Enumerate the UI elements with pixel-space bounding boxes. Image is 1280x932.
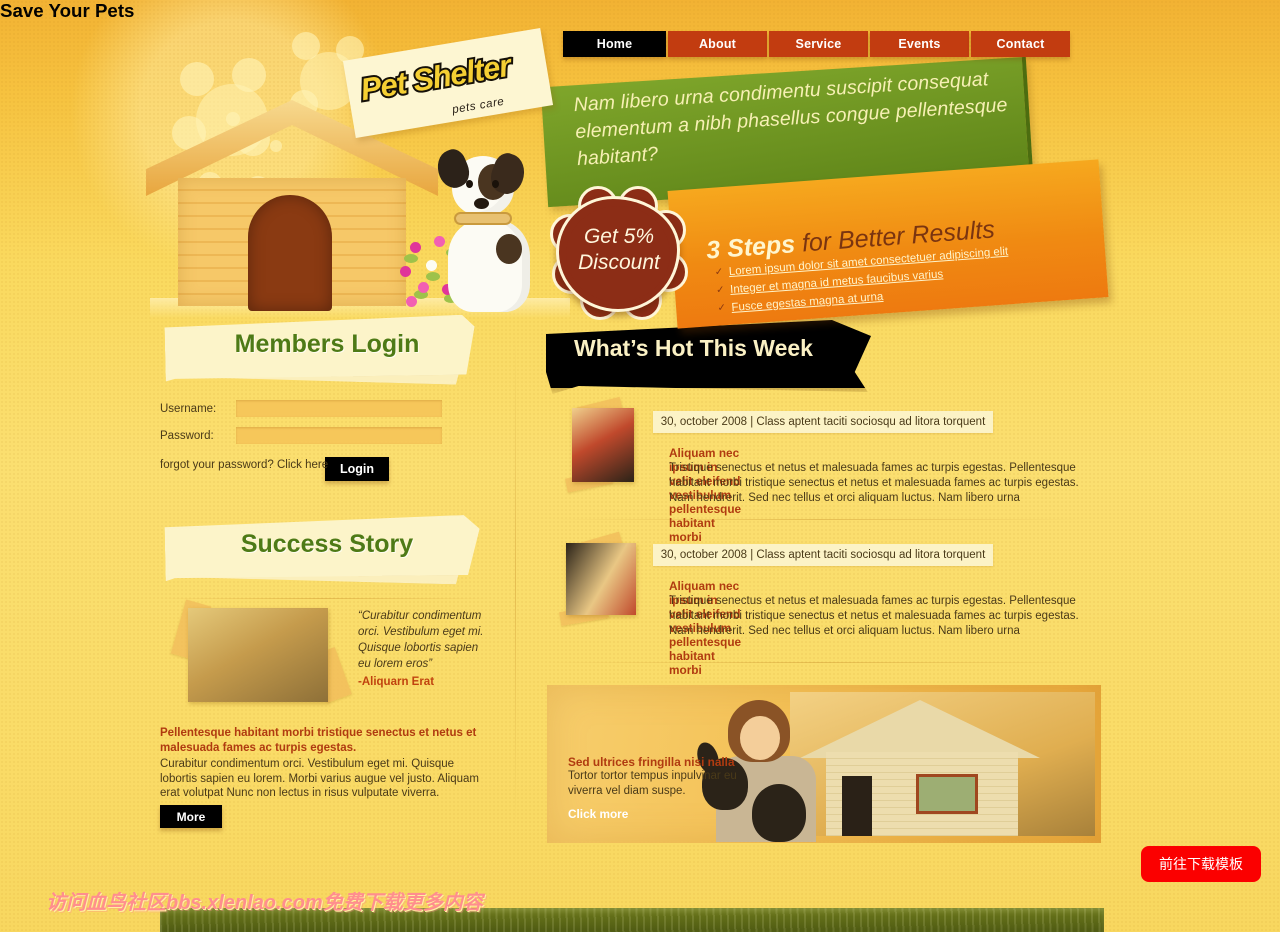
- password-row: Password:: [160, 427, 490, 444]
- save-pets-body: Tortor tortor tempus inpulvinar eu viver…: [568, 770, 737, 797]
- password-input[interactable]: [236, 427, 442, 444]
- success-body-text: Curabitur condimentum orci. Vestibulum e…: [160, 758, 479, 799]
- success-divider: [160, 598, 490, 599]
- news-body: Tristique senectus et netus et malesuada…: [669, 462, 1079, 504]
- more-button[interactable]: More: [160, 805, 222, 828]
- nav-item-about[interactable]: About: [668, 31, 767, 57]
- username-label: Username:: [160, 402, 217, 415]
- house-photo: [790, 692, 1095, 836]
- success-body-lead: Pellentesque habitant morbi tristique se…: [160, 727, 477, 754]
- steps-title-bold: 3 Steps: [705, 230, 797, 265]
- nav-item-events[interactable]: Events: [870, 31, 969, 57]
- forgot-password-link[interactable]: forgot your password? Click here: [160, 459, 328, 471]
- discount-line-2: Discount: [578, 251, 660, 274]
- main-navigation[interactable]: Home About Service Events Contact: [563, 31, 1070, 57]
- news-date: 30, october 2008 | Class aptent taciti s…: [653, 544, 993, 566]
- column-divider: [515, 330, 516, 830]
- save-pets-heading: Save Your Pets: [0, 0, 135, 21]
- members-login-heading: Members Login: [234, 330, 420, 358]
- news-date: 30, october 2008 | Class aptent taciti s…: [653, 411, 993, 433]
- news-divider: [546, 662, 1091, 663]
- success-story-body: Pellentesque habitant morbi tristique se…: [160, 726, 490, 801]
- flower-shape: [180, 62, 214, 96]
- news-thumbnail[interactable]: [572, 408, 634, 482]
- whats-hot-heading: What’s Hot This Week: [574, 335, 813, 361]
- quote-text: “Curabitur condimentum orci. Vestibulum …: [358, 610, 484, 670]
- news-thumbnail[interactable]: [566, 543, 636, 615]
- discount-line-1: Get 5%: [583, 225, 655, 248]
- nav-item-contact[interactable]: Contact: [971, 31, 1070, 57]
- page-root: Home About Service Events Contact Pet Sh…: [0, 0, 1280, 932]
- dog-image: [430, 145, 560, 312]
- login-form[interactable]: Username: Password: forgot your password…: [160, 400, 490, 473]
- flower-shape: [292, 32, 320, 60]
- news-body: Tristique senectus et netus et malesuada…: [669, 595, 1079, 637]
- success-story-quote: “Curabitur condimentum orci. Vestibulum …: [358, 608, 488, 690]
- save-pets-click-more-link[interactable]: Click more: [568, 807, 628, 821]
- news-divider: [546, 519, 1091, 520]
- username-input[interactable]: [236, 400, 442, 417]
- password-label: Password:: [160, 429, 214, 442]
- nav-item-service[interactable]: Service: [769, 31, 868, 57]
- quote-author: -Aliquarn Erat: [358, 676, 435, 688]
- success-story-heading: Success Story: [240, 530, 414, 558]
- download-template-button[interactable]: 前往下载模板: [1141, 846, 1261, 882]
- username-row: Username:: [160, 400, 490, 417]
- save-pets-subheading: Sed ultrices fringilla nisi nalla: [568, 755, 735, 769]
- flower-shape: [232, 58, 266, 92]
- discount-badge-text: Get 5% Discount: [566, 224, 672, 276]
- watermark-text: 访问血鸟社区bbs.xlenlao.com免费下载更多内容: [46, 892, 483, 914]
- success-story-photo: [188, 608, 328, 702]
- nav-item-home[interactable]: Home: [563, 31, 666, 57]
